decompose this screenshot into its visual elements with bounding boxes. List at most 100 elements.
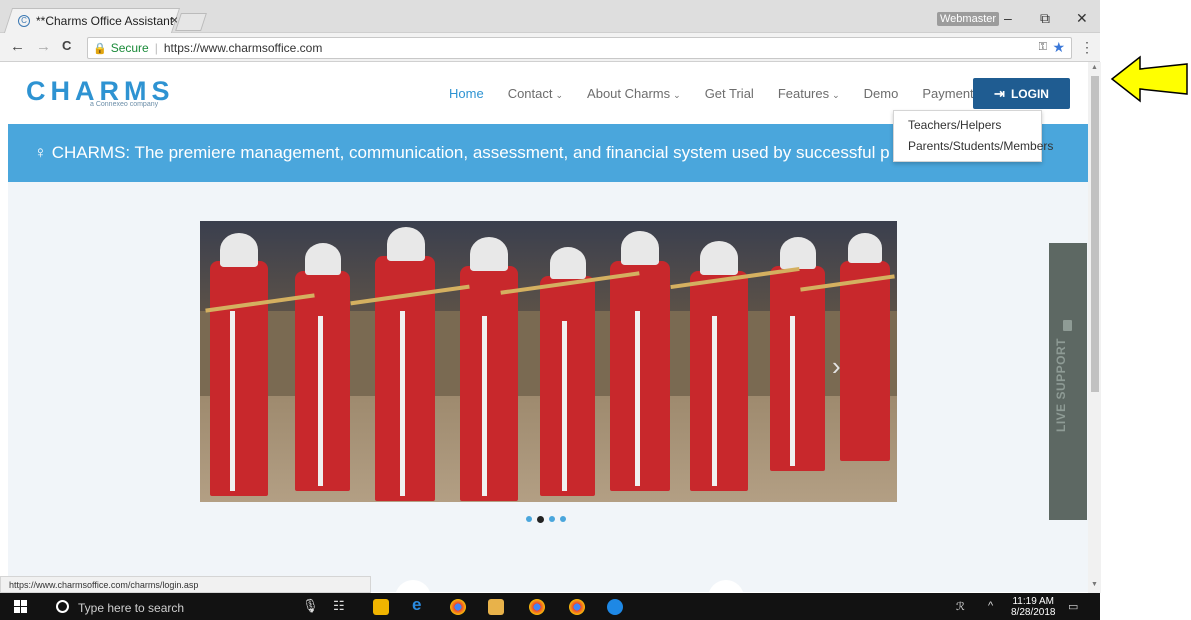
chevron-down-icon: ⌄ <box>832 90 840 100</box>
new-tab-button[interactable] <box>175 13 207 31</box>
login-parents-students-members[interactable]: Parents/Students/Members <box>908 138 1053 159</box>
plumed-hat <box>550 247 586 279</box>
chrome-profile-icon[interactable] <box>529 599 545 615</box>
charms-favicon-icon: C <box>18 15 30 27</box>
chrome-icon[interactable] <box>450 599 466 615</box>
edge-icon[interactable]: e <box>412 595 421 615</box>
forward-icon[interactable]: → <box>36 38 51 55</box>
lightbulb-icon: ♀ <box>34 143 47 162</box>
chrome-active-icon[interactable] <box>569 599 585 615</box>
marcher <box>840 261 890 461</box>
browser-menu-icon[interactable]: ⋮ <box>1080 39 1094 56</box>
restore-icon[interactable]: ⧉ <box>1040 10 1050 27</box>
tray-chevron-icon[interactable]: ^ <box>988 600 993 612</box>
plumed-hat <box>780 237 816 269</box>
carousel-dot[interactable] <box>549 516 555 522</box>
minimize-icon[interactable]: – <box>1004 10 1012 26</box>
nav-home[interactable]: Home <box>449 86 484 101</box>
url-text: https://www.charmsoffice.com <box>163 41 323 55</box>
uniform-stripe <box>318 316 323 486</box>
cortana-icon[interactable] <box>56 600 69 613</box>
secure-label: Secure <box>110 41 149 55</box>
browser-toolbar: ← → C 🔒 Secure | https://www.charmsoffic… <box>0 34 1100 62</box>
store-icon[interactable] <box>373 599 389 615</box>
nav-about-charms[interactable]: About Charms ⌄ <box>587 86 681 101</box>
microphone-icon[interactable]: 🎙 <box>302 598 319 614</box>
status-bar-url: https://www.charmsoffice.com/charms/logi… <box>0 576 371 593</box>
web-page: CHARMS a Connexeo company Home Contact ⌄ … <box>8 62 1088 592</box>
chevron-down-icon: ⌄ <box>673 90 681 100</box>
marcher <box>610 261 670 491</box>
browser-chrome: C **Charms Office Assistant × Webmaster … <box>0 0 1100 62</box>
login-dropdown-menu: Teachers/Helpers Parents/Students/Member… <box>893 110 1053 162</box>
clock-time: 11:19 AM <box>1012 596 1054 607</box>
login-icon: ⇥ <box>994 85 1005 101</box>
page-scrollbar[interactable]: ▲ ▼ <box>1088 62 1101 593</box>
browser-tab-content[interactable]: C **Charms Office Assistant × <box>18 11 178 31</box>
clock-date: 8/28/2018 <box>1011 607 1056 618</box>
scroll-thumb[interactable] <box>1091 76 1099 392</box>
marcher <box>690 271 748 491</box>
plumed-hat <box>470 237 508 271</box>
marcher <box>460 266 518 501</box>
file-explorer-icon[interactable] <box>488 599 504 615</box>
uniform-stripe <box>712 316 717 486</box>
main-nav: Home Contact ⌄ About Charms ⌄ Get Trial Fe… <box>449 86 1004 101</box>
address-bar[interactable]: 🔒 Secure | https://www.charmsoffice.com … <box>87 37 1072 59</box>
uniform-stripe <box>790 316 795 466</box>
nav-demo[interactable]: Demo <box>864 86 899 101</box>
nav-features[interactable]: Features ⌄ <box>778 86 840 101</box>
nav-payments[interactable]: Payments <box>922 86 980 101</box>
uniform-stripe <box>482 316 487 496</box>
tab-strip: C **Charms Office Assistant × Webmaster … <box>0 0 1100 33</box>
close-window-icon[interactable]: ✕ <box>1076 10 1088 27</box>
carousel-dot[interactable] <box>526 516 532 522</box>
marcher <box>210 261 268 496</box>
bookmark-star-icon[interactable]: ★ <box>1052 39 1065 56</box>
login-button[interactable]: ⇥ LOGIN <box>973 78 1070 109</box>
marcher <box>770 266 825 471</box>
logo-subtext: a Connexeo company <box>90 101 159 108</box>
uniform-stripe <box>562 321 567 491</box>
scroll-down-icon[interactable]: ▼ <box>1091 581 1098 588</box>
windows-taskbar: Type here to search 🎙 ☷ e ℛ ^ 11:19 AM 8… <box>0 593 1100 620</box>
tab-title: **Charms Office Assistant <box>36 14 174 28</box>
carousel-dot-active[interactable] <box>537 515 544 523</box>
people-icon[interactable]: ℛ <box>956 600 965 613</box>
plumed-hat <box>848 233 882 263</box>
reload-icon[interactable]: C <box>62 38 71 53</box>
scroll-up-icon[interactable]: ▲ <box>1091 64 1098 71</box>
windows-start-icon[interactable] <box>14 600 28 614</box>
uniform-stripe <box>635 311 640 486</box>
yellow-arrow-icon <box>1110 55 1188 103</box>
live-support-label: LIVE SUPPORT <box>1054 337 1068 432</box>
plumed-hat <box>700 241 738 275</box>
plumed-hat <box>305 243 341 275</box>
plumed-hat <box>220 233 258 267</box>
back-icon[interactable]: ← <box>10 38 25 55</box>
taskbar-clock[interactable]: 11:19 AM 8/28/2018 <box>1011 596 1056 618</box>
notification-icon[interactable]: ▭ <box>1068 600 1078 613</box>
app-icon[interactable] <box>607 599 623 615</box>
plumed-hat <box>387 227 425 261</box>
carousel-image[interactable]: › <box>200 221 897 502</box>
uniform-stripe <box>230 311 235 491</box>
screen: C **Charms Office Assistant × Webmaster … <box>0 0 1191 620</box>
carousel-next-icon[interactable]: › <box>832 351 841 382</box>
taskbar-search-input[interactable]: Type here to search <box>78 601 184 615</box>
profile-button[interactable]: Webmaster <box>937 12 1000 26</box>
lock-icon: 🔒 <box>93 42 107 55</box>
chevron-down-icon: ⌄ <box>555 90 564 100</box>
banner-text: CHARMS: The premiere management, communi… <box>51 143 890 162</box>
login-label: LOGIN <box>1010 86 1049 101</box>
nav-contact[interactable]: Contact ⌄ <box>508 86 563 101</box>
nav-get-trial[interactable]: Get Trial <box>705 86 754 101</box>
marcher <box>540 276 595 496</box>
login-teachers-helpers[interactable]: Teachers/Helpers <box>908 117 1041 138</box>
task-view-icon[interactable]: ☷ <box>333 598 345 614</box>
uniform-stripe <box>400 311 405 496</box>
carousel-dot[interactable] <box>560 516 566 522</box>
carousel-indicators <box>526 515 571 523</box>
separator: | <box>154 41 158 55</box>
key-icon[interactable]: ⚿ <box>1039 41 1047 54</box>
